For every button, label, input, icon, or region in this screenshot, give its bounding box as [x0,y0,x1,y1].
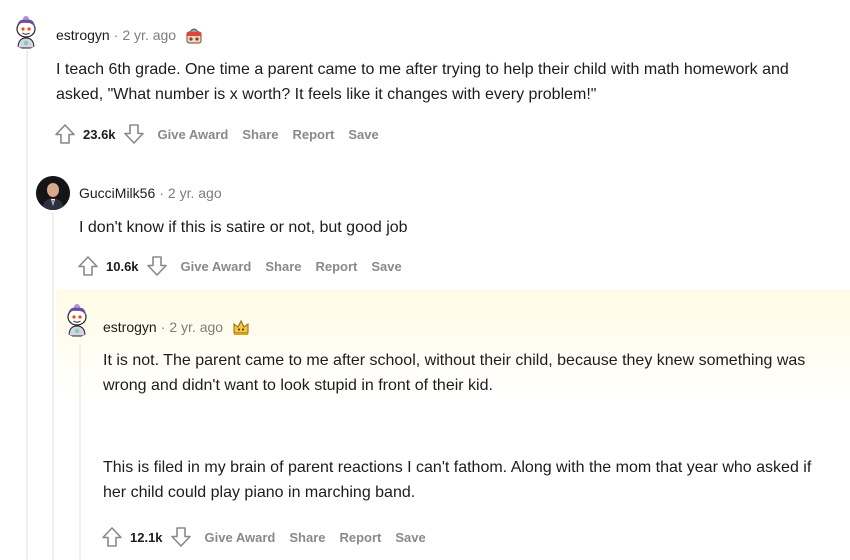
comment-actions: 12.1k Give Award Share Report Save [100,525,426,549]
avatar[interactable] [60,303,94,337]
meta-separator: · [159,185,164,201]
comment-meta: estrogyn · 2 yr. ago [103,317,251,337]
downvote-icon[interactable] [145,254,169,278]
award-badge-icon[interactable] [184,25,204,45]
give-award-button[interactable]: Give Award [181,259,252,274]
comment-paragraph: I teach 6th grade. One time a parent cam… [56,61,789,103]
op-crown-badge-icon[interactable] [231,317,251,337]
save-button[interactable]: Save [348,127,378,142]
timestamp[interactable]: 2 yr. ago [168,185,222,201]
meta-separator: · [160,319,166,335]
give-award-button[interactable]: Give Award [158,127,229,142]
comment-actions: 10.6k Give Award Share Report Save [76,254,402,278]
save-button[interactable]: Save [395,530,425,545]
vote-score: 23.6k [83,126,116,142]
comment-actions: 23.6k Give Award Share Report Save [53,122,379,146]
timestamp[interactable]: 2 yr. ago [122,27,176,43]
username[interactable]: estrogyn [103,319,157,335]
downvote-icon[interactable] [122,122,146,146]
comment-meta: GucciMilk56 · 2 yr. ago [79,185,222,201]
upvote-icon[interactable] [76,254,100,278]
share-button[interactable]: Share [242,127,278,142]
avatar[interactable] [36,176,70,210]
share-button[interactable]: Share [289,530,325,545]
comment-paragraph: I don't know if this is satire or not, b… [79,219,408,236]
share-button[interactable]: Share [265,259,301,274]
thread-line-level-1[interactable] [26,50,28,560]
give-award-button[interactable]: Give Award [205,530,276,545]
username[interactable]: estrogyn [56,27,110,43]
timestamp[interactable]: 2 yr. ago [169,319,223,335]
vote-score: 12.1k [130,529,163,545]
comment-body: I teach 6th grade. One time a parent cam… [56,57,816,107]
report-button[interactable]: Report [316,259,358,274]
comment-body: It is not. The parent came to me after s… [103,348,833,505]
comment-paragraph: It is not. The parent came to me after s… [103,352,806,394]
thread-line-level-2[interactable] [52,212,54,560]
upvote-icon[interactable] [53,122,77,146]
report-button[interactable]: Report [293,127,335,142]
meta-separator: · [113,27,119,43]
comment-body: I don't know if this is satire or not, b… [79,215,819,240]
comment-paragraph: This is filed in my brain of parent reac… [103,459,812,501]
downvote-icon[interactable] [169,525,193,549]
comment-meta: estrogyn · 2 yr. ago [56,25,204,45]
username[interactable]: GucciMilk56 [79,185,155,201]
report-button[interactable]: Report [340,530,382,545]
avatar[interactable] [9,15,43,49]
upvote-icon[interactable] [100,525,124,549]
vote-score: 10.6k [106,258,139,274]
thread-line-level-3[interactable] [79,345,81,560]
save-button[interactable]: Save [371,259,401,274]
